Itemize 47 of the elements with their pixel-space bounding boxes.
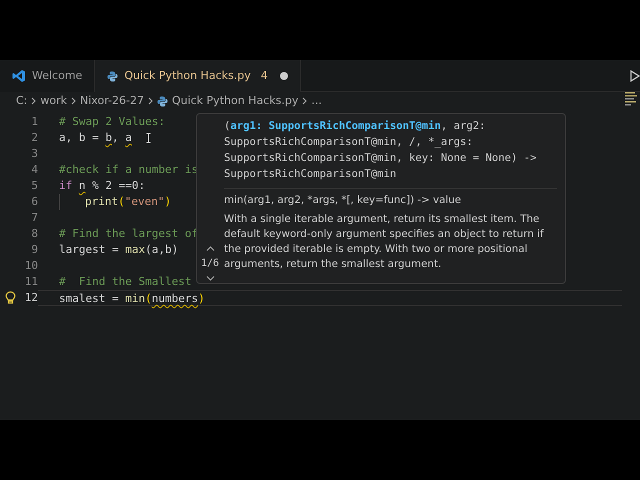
line-number: 12 (24, 291, 38, 304)
line-number: 2 (31, 131, 38, 144)
line-number: 7 (31, 211, 38, 224)
line-number: 5 (31, 179, 38, 192)
warning-squiggle: numbers (152, 292, 198, 305)
chevron-right-icon (31, 97, 36, 105)
breadcrumb-item[interactable]: Quick Python Hacks.py (172, 92, 298, 110)
code-line: smalest = min(numbers) (38, 290, 622, 306)
editor-tab[interactable]: Quick Python Hacks.py 4 (95, 60, 301, 92)
chevron-up-icon[interactable] (206, 246, 214, 251)
code-line: # Find the Smallest (58, 274, 192, 290)
line-number: 11 (24, 275, 38, 288)
breadcrumb-item[interactable]: work (40, 92, 68, 110)
chevron-right-icon (148, 97, 153, 105)
breadcrumb-item[interactable]: ... (311, 92, 322, 110)
line-number: 8 (31, 227, 38, 240)
line-number: 10 (24, 259, 38, 272)
python-file-icon (107, 70, 118, 82)
chevron-right-icon (71, 97, 76, 105)
chevron-right-icon (302, 97, 308, 105)
code-line: if n % 2 ==0: (58, 178, 146, 194)
code-line: largest = max(a,b) (58, 242, 178, 258)
warning-squiggle: b (105, 131, 112, 144)
python-file-icon (156, 96, 168, 106)
code-line: print("even") (38, 194, 172, 210)
code-line: a, b = b, a (58, 130, 132, 146)
doc-description: With a single iterable argument, return its smallest item. The default keyword-only argument specifies an object to return if the provided iterable is empty. With two or more positional arguments, return the smallest argument. (224, 212, 545, 272)
breadcrumb-item[interactable]: C: (16, 92, 28, 110)
line-number: 4 (31, 163, 38, 176)
breadcrumb-item[interactable]: Nixor-26-27 (80, 92, 144, 110)
code-line: # Swap 2 Values: (58, 114, 165, 130)
run-icon[interactable] (630, 70, 640, 82)
line-number: 3 (31, 147, 38, 160)
signature-text: (arg1: SupportsRichComparisonT@min, arg2: SupportsRichComparisonT@min, /, *_args: SupportsRichComparisonT@min, key: None = None) -> SupportsRichComparisonT@min (224, 119, 538, 182)
signature-pager: 1/6 (200, 257, 220, 271)
vscode-logo-icon (12, 69, 26, 83)
editor-tab[interactable]: Welcome (0, 60, 96, 92)
warning-squiggle: n (78, 179, 86, 192)
chevron-down-icon[interactable] (206, 276, 214, 281)
text-cursor-icon (146, 133, 151, 143)
lightbulb-icon[interactable] (5, 291, 16, 304)
line-number: 1 (31, 115, 38, 128)
line-number: 9 (31, 243, 38, 256)
line-number: 6 (31, 195, 38, 208)
warning-squiggle: a (125, 131, 132, 144)
minimap-drawing[interactable] (625, 92, 639, 108)
doc-signature: min(arg1, arg2, *args, *[, key=func]) -> value (224, 193, 462, 208)
